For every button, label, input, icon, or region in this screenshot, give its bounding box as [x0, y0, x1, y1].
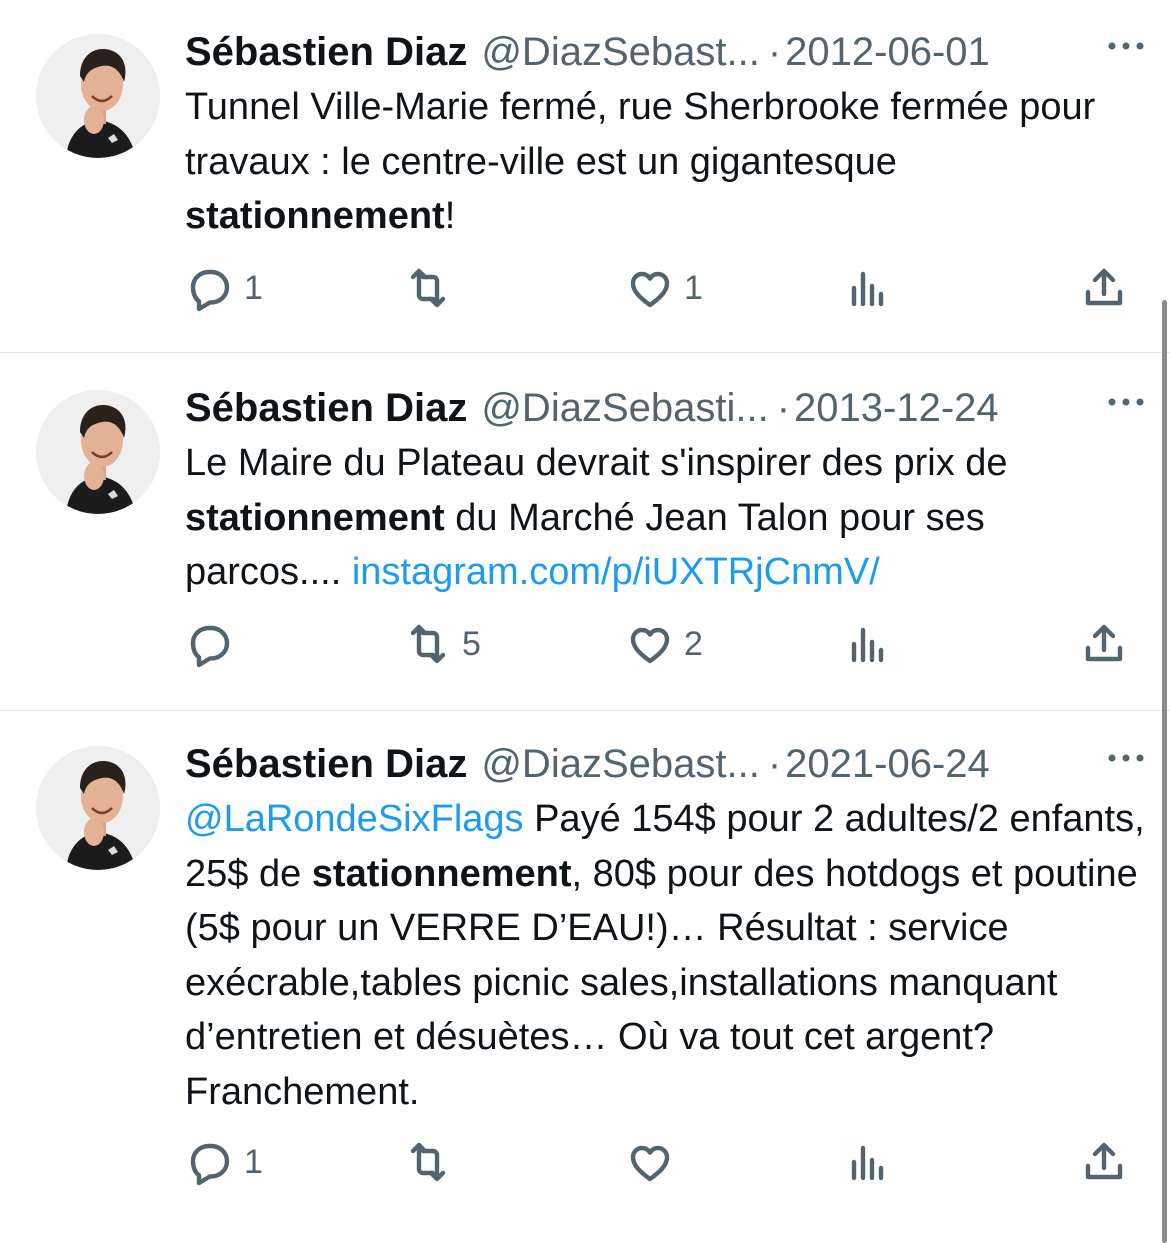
like-button[interactable] [626, 1132, 684, 1192]
reply-icon [190, 625, 230, 668]
reply-icon [190, 269, 230, 312]
avatar[interactable] [36, 746, 160, 870]
author-handle[interactable]: @DiazSebast... [481, 30, 760, 74]
separator-dot: · [767, 30, 782, 74]
author-handle[interactable]: @DiazSebast... [481, 742, 760, 786]
retweet-icon [410, 624, 446, 664]
retweet-count: 5 [462, 624, 481, 663]
tweet-date[interactable]: 2012-06-01 [785, 30, 990, 74]
like-button[interactable]: 2 [626, 614, 703, 674]
divider [0, 710, 1170, 711]
share-icon [1085, 1142, 1123, 1180]
tweet-text: Tunnel Ville-Marie fermé, rue Sherbrooke… [185, 80, 1145, 244]
reply-icon [190, 1143, 230, 1186]
highlighted-keyword: stationnement [185, 496, 445, 539]
mention-link[interactable]: @LaRondeSixFlags [185, 798, 524, 840]
tweet-card[interactable]: Sébastien Diaz @DiazSebasti... · 2013-12-24… [0, 356, 1170, 708]
share-button[interactable] [1080, 1132, 1128, 1192]
action-bar: 1 1 [0, 258, 1170, 318]
tweet-text-part: Tunnel Ville-Marie fermé, rue Sherbrooke… [185, 86, 1096, 183]
timeline: Sébastien Diaz @DiazSebast... · 2012-06-01 … [0, 0, 1170, 1243]
action-bar: 5 2 [0, 614, 1170, 674]
highlighted-keyword: stationnement [311, 852, 572, 895]
views-button[interactable] [844, 614, 892, 674]
tweet-text: @LaRondeSixFlags Payé 154$ pour 2 adulte… [185, 792, 1145, 1119]
views-button[interactable] [844, 1132, 892, 1192]
separator-dot: · [776, 386, 791, 430]
reply-count: 1 [244, 268, 263, 307]
action-bar: 1 [0, 1132, 1170, 1192]
tweet-header: Sébastien Diaz @DiazSebasti... · 2013-12-24 [185, 380, 1120, 436]
reply-button[interactable]: 1 [186, 258, 263, 318]
highlighted-keyword: stationnement [185, 195, 445, 237]
retweet-icon [410, 268, 446, 308]
tweet-date[interactable]: 2021-06-24 [785, 742, 990, 786]
tweet-text: Le Maire du Plateau devrait s'inspirer d… [185, 436, 1145, 600]
like-button[interactable]: 1 [626, 258, 703, 318]
author-name[interactable]: Sébastien Diaz [185, 742, 467, 786]
scrollbar[interactable] [1158, 300, 1170, 1243]
more-icon[interactable] [1100, 738, 1152, 778]
more-icon[interactable] [1100, 26, 1152, 66]
avatar[interactable] [36, 34, 160, 158]
like-count: 1 [684, 268, 703, 307]
scrollbar-thumb[interactable] [1162, 300, 1167, 1243]
retweet-icon [410, 1142, 446, 1182]
tweet-text-part: Le Maire du Plateau devrait s'inspirer d… [185, 442, 1008, 484]
like-count: 2 [684, 624, 703, 663]
reply-button[interactable]: 1 [186, 1132, 263, 1192]
divider [0, 352, 1170, 353]
tweet-text-part: ! [444, 195, 456, 237]
views-icon [851, 271, 884, 307]
reply-count: 1 [244, 1142, 263, 1181]
separator-dot: · [767, 742, 782, 786]
share-button[interactable] [1080, 258, 1128, 318]
share-icon [1085, 268, 1123, 306]
like-icon [630, 271, 670, 308]
views-button[interactable] [844, 258, 892, 318]
reply-button[interactable] [186, 614, 244, 674]
avatar[interactable] [36, 390, 160, 514]
tweet-header: Sébastien Diaz @DiazSebast... · 2021-06-24 [185, 736, 1120, 792]
like-icon [630, 627, 670, 664]
tweet-header: Sébastien Diaz @DiazSebast... · 2012-06-01 [185, 24, 1120, 80]
like-icon [630, 1145, 670, 1182]
retweet-button[interactable] [404, 258, 462, 318]
share-icon [1085, 624, 1123, 662]
tweet-date[interactable]: 2013-12-24 [794, 386, 999, 430]
tweet-card[interactable]: Sébastien Diaz @DiazSebast... · 2021-06-24 … [0, 712, 1170, 1243]
external-link[interactable]: instagram.com/p/iUXTRjCnmV/ [352, 551, 880, 593]
views-icon [851, 627, 884, 663]
retweet-button[interactable]: 5 [404, 614, 481, 674]
share-button[interactable] [1080, 614, 1128, 674]
author-handle[interactable]: @DiazSebasti... [481, 386, 768, 430]
author-name[interactable]: Sébastien Diaz [185, 386, 467, 430]
more-icon[interactable] [1100, 382, 1152, 422]
author-name[interactable]: Sébastien Diaz [185, 30, 467, 74]
retweet-button[interactable] [404, 1132, 462, 1192]
tweet-card[interactable]: Sébastien Diaz @DiazSebast... · 2012-06-01 … [0, 0, 1170, 352]
views-icon [851, 1145, 884, 1181]
